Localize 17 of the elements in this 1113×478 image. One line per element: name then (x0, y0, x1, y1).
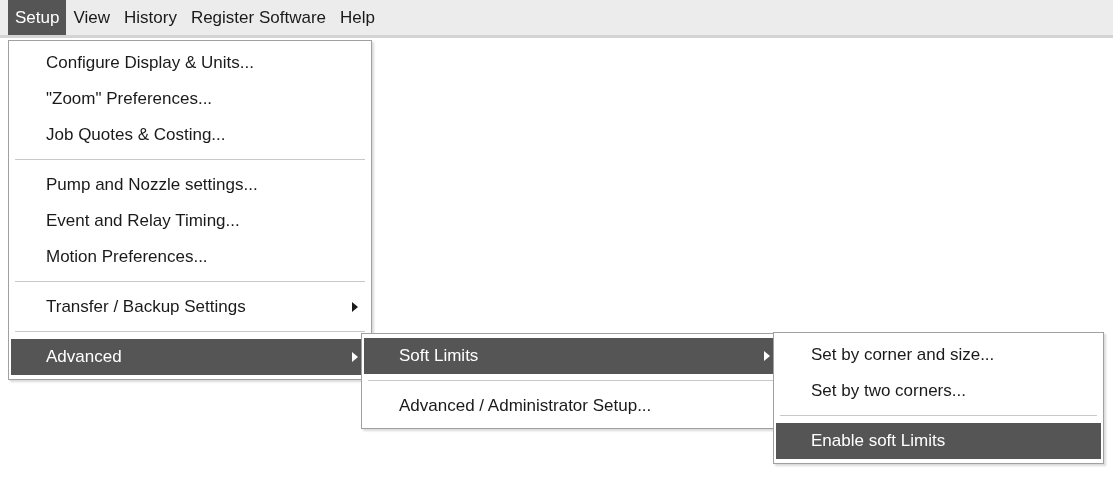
menu-bar-item[interactable]: View (66, 0, 117, 35)
menu-item[interactable]: Job Quotes & Costing... (11, 117, 369, 153)
menu-item[interactable]: Set by two corners... (776, 373, 1101, 409)
menu-bar-item[interactable]: Setup (8, 0, 67, 35)
menu-item[interactable]: Enable soft Limits (776, 423, 1101, 459)
submenu-arrow-icon (351, 301, 359, 313)
menu-bar-item[interactable]: History (117, 0, 184, 35)
menu-bar-item[interactable]: Help (333, 0, 382, 35)
menu-item[interactable]: Event and Relay Timing... (11, 203, 369, 239)
menu-item[interactable]: Pump and Nozzle settings... (11, 167, 369, 203)
menu-item[interactable]: "Zoom" Preferences... (11, 81, 369, 117)
menu-item[interactable]: Configure Display & Units... (11, 45, 369, 81)
submenu-arrow-icon (763, 350, 771, 362)
menu-item[interactable]: Motion Preferences... (11, 239, 369, 275)
menu-item[interactable]: Transfer / Backup Settings (11, 289, 369, 325)
submenu-arrow-icon (351, 351, 359, 363)
menu-bar-item[interactable]: Register Software (183, 0, 333, 35)
